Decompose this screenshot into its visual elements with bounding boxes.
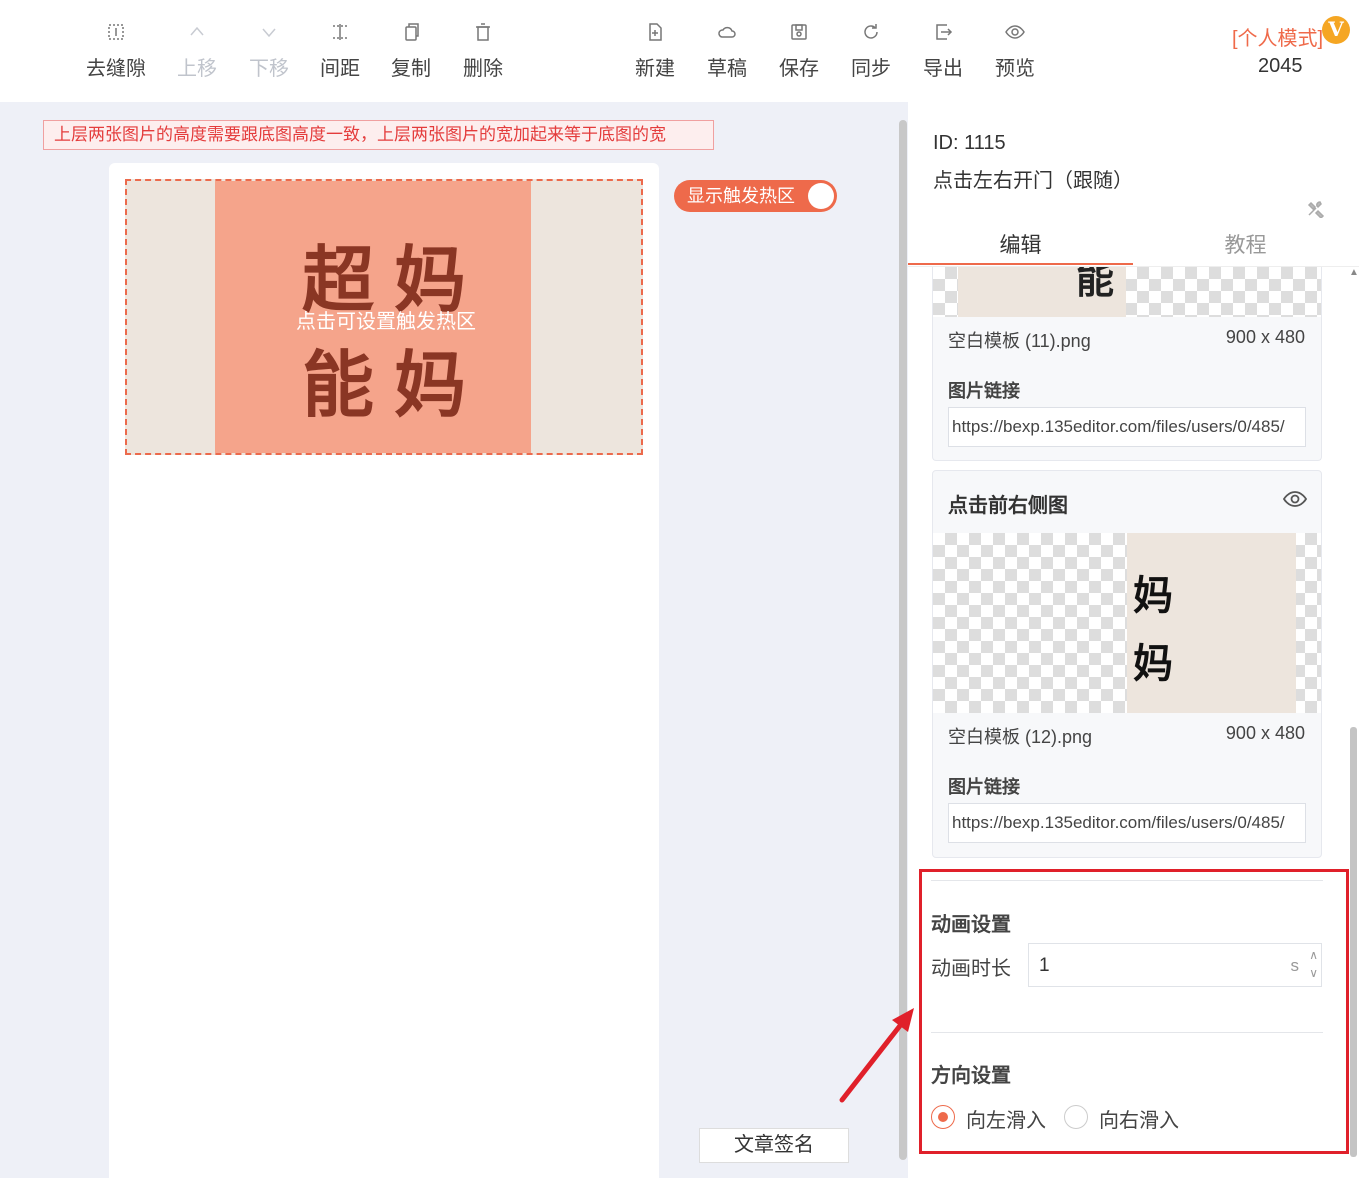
- chevron-down-icon: [233, 22, 305, 46]
- image-link-label: 图片链接: [948, 381, 1020, 401]
- delete-button[interactable]: 删除: [447, 22, 519, 81]
- show-hotzone-toggle[interactable]: 显示触发热区: [674, 180, 837, 212]
- spacing-label: 间距: [320, 58, 360, 80]
- count-value: 2045: [1258, 55, 1303, 77]
- panel-scrollbar-thumb[interactable]: [1350, 727, 1357, 1157]
- gap-icon: [80, 22, 152, 46]
- left-image-preview[interactable]: 能: [958, 267, 1126, 317]
- hotzone-hint[interactable]: 点击可设置触发热区: [127, 305, 645, 334]
- chevron-up-icon: [161, 22, 233, 46]
- cloud-icon: [691, 22, 763, 46]
- panel-tabs: 编辑 教程: [908, 217, 1359, 267]
- annotation-highlight-box: [919, 869, 1349, 1154]
- preview-label: 预览: [995, 58, 1035, 80]
- export-button[interactable]: 导出: [907, 22, 979, 81]
- move-down-label: 下移: [249, 58, 289, 80]
- save-label: 保存: [779, 58, 819, 80]
- tab-tutorial[interactable]: 教程: [1133, 229, 1358, 259]
- move-down-button[interactable]: 下移: [233, 22, 305, 81]
- image-link-input[interactable]: https://bexp.135editor.com/files/users/0…: [948, 803, 1306, 843]
- save-button[interactable]: 保存: [763, 22, 835, 81]
- export-label: 导出: [923, 58, 963, 80]
- layout-notice: 上层两张图片的高度需要跟底图高度一致，上层两张图片的宽加起来等于底图的宽: [43, 120, 714, 150]
- draft-label: 草稿: [707, 58, 747, 80]
- personal-mode-link[interactable]: [个人模式]: [1232, 22, 1323, 51]
- toggle-label: 显示触发热区: [687, 186, 795, 206]
- image-link-input[interactable]: https://bexp.135editor.com/files/users/0…: [948, 407, 1306, 447]
- copy-label: 复制: [391, 58, 431, 80]
- sync-button[interactable]: 同步: [835, 22, 907, 81]
- trash-icon: [447, 22, 519, 46]
- copy-icon: [375, 22, 447, 46]
- move-up-label: 上移: [177, 58, 217, 80]
- image-link-label: 图片链接: [948, 777, 1020, 797]
- export-icon: [907, 22, 979, 46]
- move-up-button[interactable]: 上移: [161, 22, 233, 81]
- active-tab-indicator: [908, 263, 1133, 265]
- copy-button[interactable]: 复制: [375, 22, 447, 81]
- tab-edit[interactable]: 编辑: [908, 229, 1133, 259]
- remove-gap-button[interactable]: 去缝隙: [80, 22, 152, 81]
- sync-icon: [835, 22, 907, 46]
- image-text-bottom: 能妈: [302, 343, 487, 427]
- door-image-block[interactable]: 超妈 能妈 点击可设置触发热区: [125, 179, 643, 455]
- card-title: 点击前右侧图: [948, 495, 1068, 517]
- new-label: 新建: [635, 58, 675, 80]
- preview-button[interactable]: 预览: [979, 22, 1051, 81]
- file-name: 空白模板 (11).png: [948, 331, 1091, 351]
- sync-label: 同步: [851, 58, 891, 80]
- right-image-preview[interactable]: 妈 妈: [1127, 533, 1296, 713]
- delete-label: 删除: [463, 58, 503, 80]
- new-file-icon: [619, 22, 691, 46]
- file-size: 900 x 480: [1225, 723, 1305, 743]
- annotation-arrow-icon: [839, 1008, 914, 1103]
- remove-gap-label: 去缝隙: [86, 58, 146, 80]
- component-name: 点击左右开门（跟随）: [933, 170, 1133, 192]
- toggle-knob: [808, 183, 834, 209]
- image-char-top: 妈: [1133, 574, 1173, 618]
- image-char-bottom: 妈: [1133, 642, 1173, 686]
- file-name: 空白模板 (12).png: [948, 727, 1093, 747]
- article-signature-button[interactable]: 文章签名: [699, 1128, 849, 1163]
- eye-icon: [979, 22, 1051, 46]
- panel-scrollbar[interactable]: ▲: [1348, 267, 1359, 1178]
- draft-button[interactable]: 草稿: [691, 22, 763, 81]
- right-image-card: 点击前右侧图 妈 妈 空白模板 (12).png 900 x 480 图片链接 …: [932, 470, 1322, 858]
- partial-char: 能: [1076, 267, 1115, 302]
- save-icon: [763, 22, 835, 46]
- spacing-icon: [304, 22, 376, 46]
- vip-badge-icon[interactable]: V: [1322, 16, 1350, 44]
- left-image-card: 能 空白模板 (11).png 900 x 480 图片链接 https://b…: [932, 267, 1322, 461]
- scroll-up-arrow-icon[interactable]: ▲: [1349, 267, 1359, 278]
- file-size: 900 x 480: [1225, 327, 1305, 347]
- component-id: ID: 1115: [933, 132, 1006, 154]
- spacing-button[interactable]: 间距: [304, 22, 376, 81]
- visibility-eye-icon[interactable]: [1283, 489, 1307, 509]
- toolbar: 去缝隙 上移 下移 间距 复制 删除 新建 草稿 保存 同步 导出 预览 [个人…: [0, 0, 1359, 102]
- new-button[interactable]: 新建: [619, 22, 691, 81]
